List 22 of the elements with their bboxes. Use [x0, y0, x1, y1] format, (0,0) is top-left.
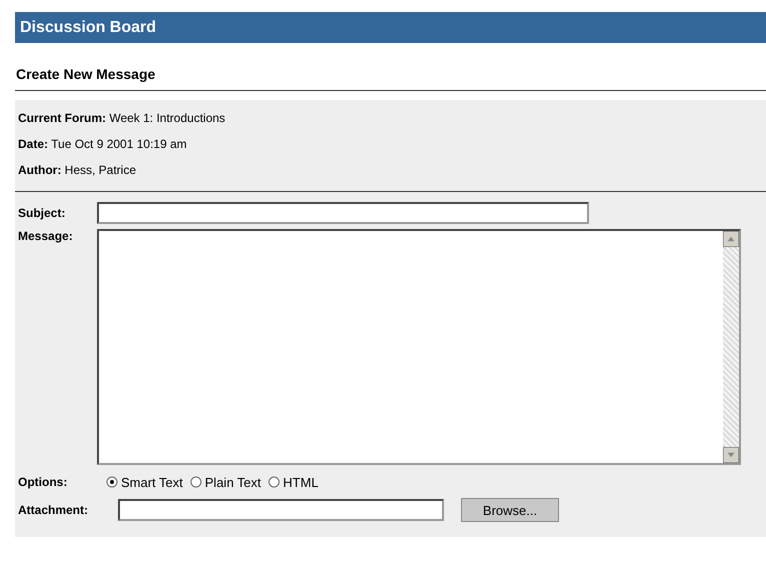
scrollbar[interactable] [723, 231, 739, 463]
subject-field[interactable] [97, 202, 589, 224]
field-label: Options: [18, 475, 68, 489]
info-line: Author: Hess, Patrice [18, 162, 138, 179]
radio-button[interactable] [268, 476, 280, 488]
board-title: Discussion Board [20, 18, 156, 36]
field-label: Subject: [18, 206, 66, 220]
browse-button[interactable]: Browse... [461, 498, 559, 522]
radio-option[interactable]: Smart Text [106, 474, 183, 490]
attachment-field[interactable] [118, 499, 444, 521]
page-title: Create New Message [15, 43, 766, 91]
radio-button[interactable] [190, 476, 202, 488]
info-line: Date: Tue Oct 9 2001 10:19 am [18, 136, 188, 153]
message-field[interactable] [97, 229, 741, 465]
scroll-down-icon[interactable] [723, 447, 739, 463]
field-label: Attachment: [18, 503, 90, 517]
info-line: Current Forum: Week 1: Introductions [18, 110, 226, 127]
radio-option[interactable]: HTML [268, 474, 318, 490]
scroll-up-icon[interactable] [723, 231, 739, 247]
radio-option[interactable]: Plain Text [190, 474, 262, 490]
field-label: Message: [18, 229, 74, 243]
radio-button[interactable] [106, 476, 118, 488]
